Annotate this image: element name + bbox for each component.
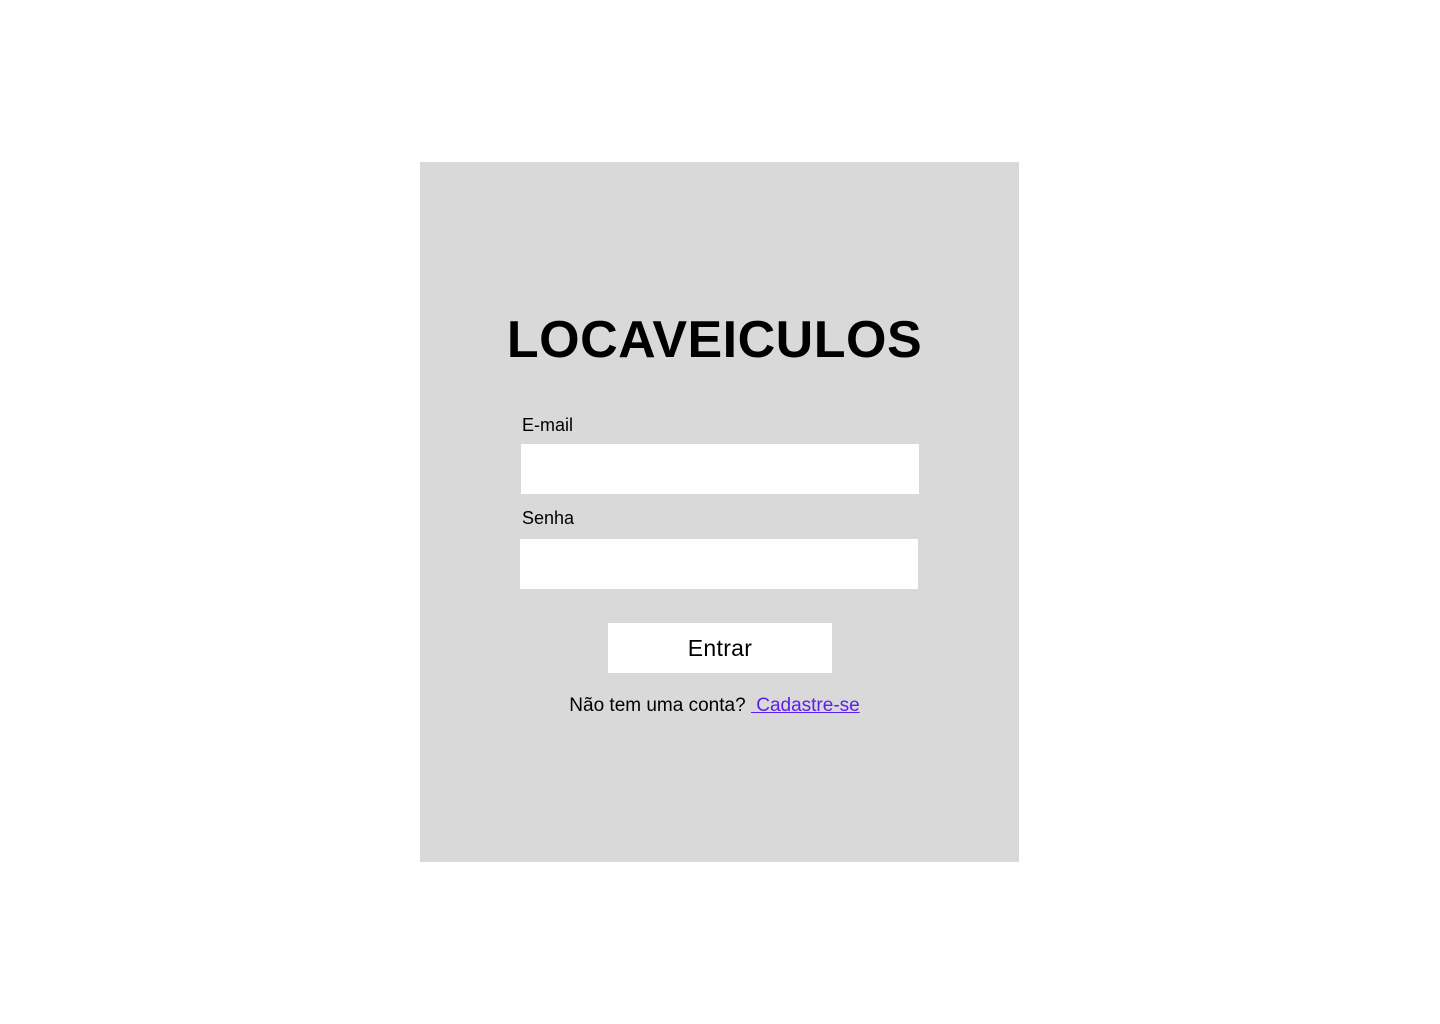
signup-link[interactable]: Cadastre-se xyxy=(751,695,860,716)
email-field[interactable] xyxy=(521,444,919,494)
login-page: LOCAVEICULOS E-mail Senha Entrar Não tem… xyxy=(0,0,1440,1024)
login-button[interactable]: Entrar xyxy=(608,623,832,673)
signup-prompt: Não tem uma conta? xyxy=(569,695,746,716)
signup-row: Não tem uma conta? Cadastre-se xyxy=(420,694,1009,718)
password-label: Senha xyxy=(522,508,575,528)
login-card xyxy=(420,162,1019,862)
password-field[interactable] xyxy=(520,539,918,589)
email-label: E-mail xyxy=(522,415,574,435)
signup-link-label: Cadastre-se xyxy=(756,695,860,716)
brand-title: LOCAVEICULOS xyxy=(506,311,923,369)
